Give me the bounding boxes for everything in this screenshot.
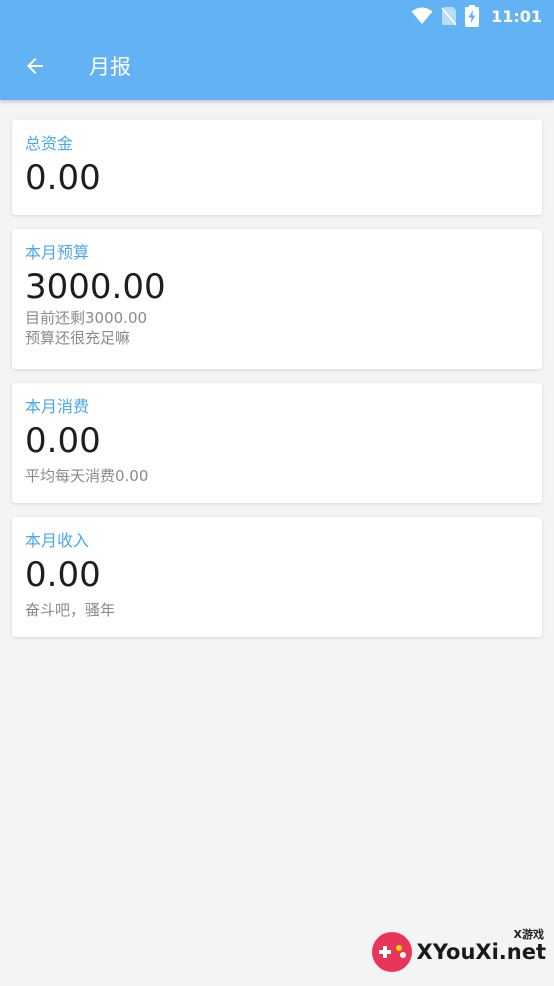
monthly-income-card: 本月收入 0.00 奋斗吧，骚年 bbox=[12, 517, 542, 637]
status-bar: 11:01 bbox=[411, 4, 542, 28]
watermark-text: XYouXi.net bbox=[416, 940, 546, 964]
app-bar: 11:01 月报 bbox=[0, 0, 554, 100]
wifi-icon bbox=[411, 7, 433, 24]
report-list: 总资金 0.00 本月预算 3000.00 目前还剩3000.00 预算还很充足… bbox=[12, 120, 542, 651]
gamepad-logo-icon bbox=[371, 932, 412, 972]
watermark: X游戏 XYouXi.net bbox=[369, 928, 546, 974]
monthly-spending-card: 本月消费 0.00 平均每天消费0.00 bbox=[12, 383, 542, 503]
watermark-text-group: X游戏 XYouXi.net bbox=[416, 928, 546, 964]
card-note: 目前还剩3000.00 bbox=[25, 309, 148, 327]
battery-charging-icon bbox=[465, 5, 480, 27]
card-note: 预算还很充足嘛 bbox=[25, 329, 131, 347]
card-label: 本月预算 bbox=[25, 243, 90, 262]
toolbar: 月报 bbox=[0, 32, 554, 100]
card-value: 0.00 bbox=[25, 421, 101, 461]
arrow-left-icon bbox=[27, 58, 43, 74]
back-button[interactable] bbox=[11, 42, 59, 90]
card-value: 0.00 bbox=[25, 555, 101, 595]
watermark-subtitle: X游戏 bbox=[513, 928, 544, 941]
card-value: 0.00 bbox=[25, 158, 101, 198]
card-note: 奋斗吧，骚年 bbox=[25, 601, 116, 619]
card-label: 总资金 bbox=[25, 134, 74, 153]
card-note: 平均每天消费0.00 bbox=[25, 467, 149, 485]
monthly-budget-card[interactable]: 本月预算 3000.00 目前还剩3000.00 预算还很充足嘛 bbox=[12, 229, 542, 369]
card-label: 本月收入 bbox=[25, 531, 90, 550]
page-title: 月报 bbox=[89, 55, 131, 79]
card-value: 3000.00 bbox=[25, 267, 166, 307]
card-label: 本月消费 bbox=[25, 397, 90, 416]
no-sim-icon bbox=[441, 7, 457, 26]
status-time: 11:01 bbox=[491, 6, 542, 26]
total-funds-card: 总资金 0.00 bbox=[12, 120, 542, 215]
